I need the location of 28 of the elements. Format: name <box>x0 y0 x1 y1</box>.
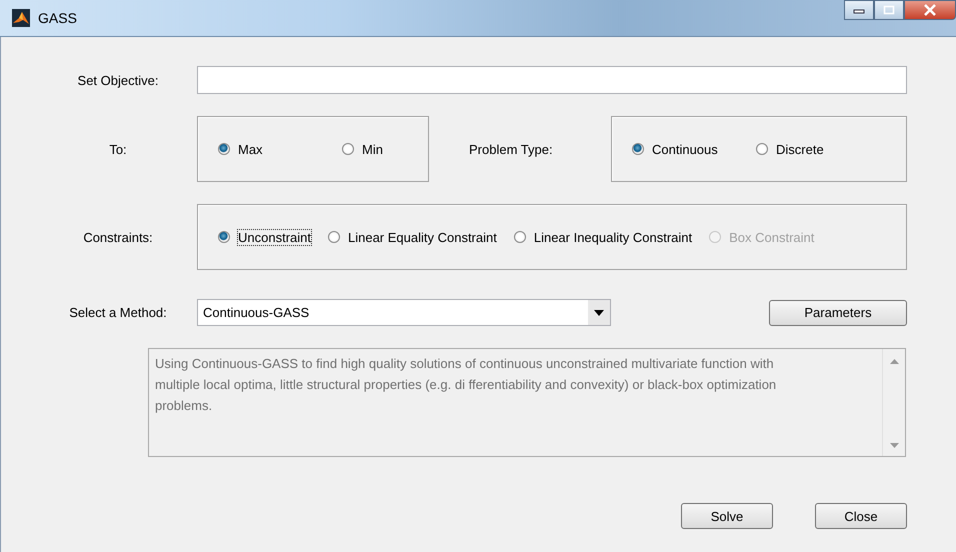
objective-field[interactable] <box>197 66 907 94</box>
option-text: Box Constraint <box>728 228 816 246</box>
to-label: To: <box>108 142 128 156</box>
description-text: Using Continuous-GASS to find high quality solutions of continuous unconstrained multivariate function with multiple local optima, little structural properties (e.g. di fferentiability and convexity) or black-box optimization problems. <box>154 355 778 415</box>
option-text: Unconstraint <box>237 228 312 246</box>
maximize-icon <box>883 5 895 15</box>
scroll-up-icon <box>890 359 898 364</box>
radio-option[interactable]: Unconstraint <box>218 228 312 246</box>
window-title: GASS <box>38 10 77 26</box>
radio-option[interactable]: Min <box>342 142 383 156</box>
problem-type-label: Problem Type: <box>469 142 554 156</box>
method-label: Select a Method: <box>68 305 168 320</box>
dropdown-arrow-icon <box>594 310 604 316</box>
parameters-button[interactable]: Parameters <box>769 300 907 326</box>
objective-label: Set Objective: <box>76 72 160 88</box>
maximize-button[interactable] <box>874 0 904 20</box>
constraints-label: Constraints: <box>82 230 154 244</box>
close-button[interactable] <box>904 0 956 20</box>
scroll-down-icon <box>890 443 898 448</box>
radio-option[interactable]: Discrete <box>756 142 824 156</box>
dialog-button[interactable]: Close <box>815 503 907 529</box>
logo-icon <box>12 9 30 27</box>
method-dropdown[interactable]: Continuous-GASS <box>197 299 611 326</box>
radio-option[interactable]: Max <box>218 142 342 156</box>
close-icon <box>923 4 937 16</box>
minimize-button[interactable] <box>844 0 874 20</box>
dialog-button[interactable]: Solve <box>681 503 773 529</box>
radio-option[interactable]: Continuous <box>632 142 756 156</box>
